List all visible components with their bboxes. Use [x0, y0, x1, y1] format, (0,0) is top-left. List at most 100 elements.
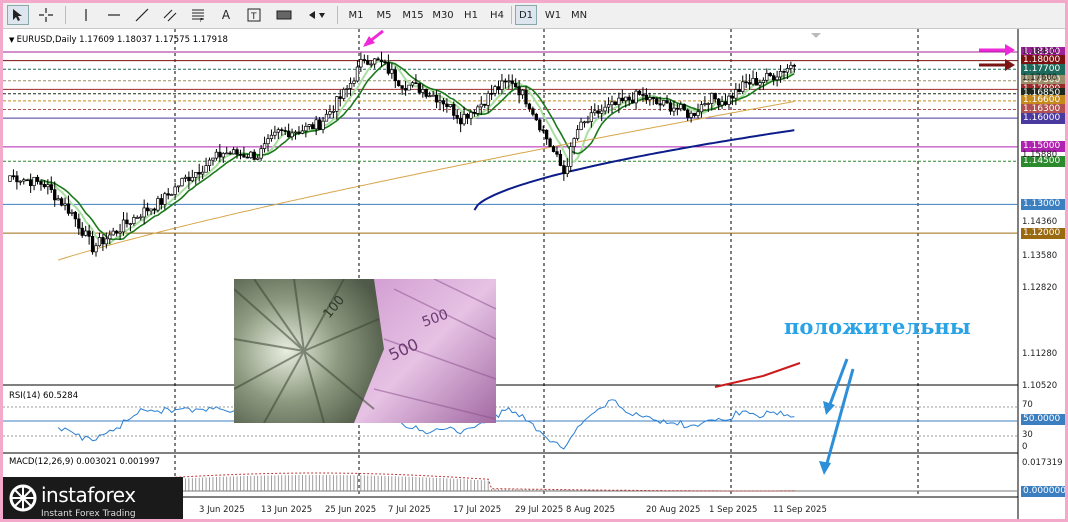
candle-body	[108, 234, 112, 240]
text-icon[interactable]: A	[215, 5, 237, 25]
candle-body	[572, 138, 576, 147]
candle-body	[555, 151, 559, 155]
candle-body	[32, 176, 36, 186]
candle-body	[297, 131, 301, 134]
candle-body	[183, 176, 188, 179]
chart-shift-icon[interactable]	[811, 33, 821, 38]
candle-body	[600, 110, 604, 114]
fibonacci-icon[interactable]: F	[187, 5, 209, 25]
timeframe-m1[interactable]: M1	[345, 5, 367, 25]
macd-level-zero: 0.000000	[1021, 486, 1065, 497]
rectangle-glyph	[276, 10, 292, 20]
candle-body	[403, 88, 408, 91]
candle-body	[665, 100, 669, 104]
svg-text:T: T	[250, 12, 257, 22]
symbol-info-text: EURUSD,Daily 1.17609 1.18037 1.17575 1.1…	[16, 35, 228, 45]
candle-body	[544, 129, 549, 140]
channel-glyph	[163, 9, 177, 22]
candle-body	[59, 198, 64, 206]
candle-body	[744, 81, 748, 84]
candle-body	[782, 70, 786, 73]
candle-body	[35, 176, 40, 182]
timeframe-d1[interactable]: D1	[515, 5, 537, 25]
candle-body	[620, 97, 624, 102]
candle-body	[42, 184, 47, 188]
timeframe-m30[interactable]: M30	[429, 5, 457, 25]
candle-body	[589, 112, 594, 122]
candle-body	[152, 208, 157, 211]
rsi-level-50: 50.0000	[1021, 414, 1065, 425]
candle-body	[22, 179, 26, 182]
candle-body	[465, 114, 470, 119]
candle-body	[634, 90, 638, 104]
price-axis-label: 1.10520	[1022, 381, 1058, 391]
candle-body	[548, 138, 552, 147]
candle-body	[187, 176, 191, 182]
candle-body	[751, 78, 755, 85]
candle-body	[630, 99, 635, 104]
rectangle-icon[interactable]	[271, 5, 297, 25]
horizontal-line-icon[interactable]	[103, 5, 125, 25]
candle-body	[190, 177, 194, 182]
candle-body	[135, 217, 139, 219]
candle-body	[524, 89, 528, 105]
logo-tagline: Instant Forex Trading	[41, 509, 136, 519]
candle-body	[145, 207, 150, 212]
cursor-icon[interactable]	[7, 5, 29, 25]
candle-body	[710, 92, 714, 104]
candle-body	[713, 92, 717, 100]
candle-body	[675, 107, 680, 110]
vertical-line-icon[interactable]	[75, 5, 97, 25]
candle-body	[610, 101, 614, 106]
candle-body	[579, 121, 583, 130]
currency-photo: 500 500 100	[234, 279, 496, 423]
candle-body	[369, 63, 373, 66]
candle-body	[128, 223, 133, 225]
candle-body	[390, 69, 394, 74]
candle-body	[173, 186, 177, 195]
price-axis-label: 1.18410	[1022, 47, 1058, 57]
candle-body	[345, 88, 349, 90]
trendline-icon[interactable]	[131, 5, 153, 25]
candle-body	[331, 110, 336, 113]
candle-body	[142, 207, 146, 218]
timeframe-w1[interactable]: W1	[541, 5, 565, 25]
price-level-label: 1.12000	[1021, 227, 1065, 239]
candle-body	[452, 104, 456, 116]
terminal-window: F A T M1 M5 M15 M30 H1 H4 D1 W1 MN ▼ EUR…	[3, 3, 1065, 519]
candle-body	[527, 103, 532, 110]
candle-body	[11, 175, 16, 178]
toolbar-separator	[337, 6, 338, 24]
candle-body	[517, 86, 521, 96]
timeframe-m5[interactable]: M5	[373, 5, 395, 25]
crosshair-icon[interactable]	[35, 5, 57, 25]
candle-body	[159, 198, 164, 205]
candle-body	[644, 94, 649, 101]
equidistant-channel-icon[interactable]	[159, 5, 181, 25]
candle-body	[97, 237, 102, 247]
time-axis-label: 17 Jul 2025	[453, 505, 502, 515]
chart-canvas	[3, 29, 1019, 519]
timeframe-h4[interactable]: H4	[485, 5, 509, 25]
candle-body	[493, 86, 497, 94]
candle-body	[441, 100, 446, 105]
blue-arrow-head-icon	[823, 401, 835, 415]
candle-body	[706, 103, 710, 105]
candle-body	[655, 98, 659, 105]
candle-body	[558, 153, 563, 166]
candle-body	[66, 203, 71, 214]
timeframe-m15[interactable]: M15	[399, 5, 427, 25]
candle-body	[613, 101, 618, 106]
collapse-triangle-icon[interactable]: ▼	[9, 36, 17, 44]
timeframe-mn[interactable]: MN	[567, 5, 591, 25]
chart-area[interactable]: ▼ EURUSD,Daily 1.17609 1.18037 1.17575 1…	[3, 29, 1065, 519]
text-label-icon[interactable]: T	[243, 5, 265, 25]
arrows-icon[interactable]	[303, 5, 331, 25]
candle-body	[596, 110, 600, 114]
candle-body	[679, 104, 683, 110]
candle-body	[682, 104, 686, 111]
candle-body	[197, 172, 201, 175]
candle-body	[696, 111, 700, 116]
timeframe-h1[interactable]: H1	[459, 5, 483, 25]
candle-body	[541, 129, 545, 132]
